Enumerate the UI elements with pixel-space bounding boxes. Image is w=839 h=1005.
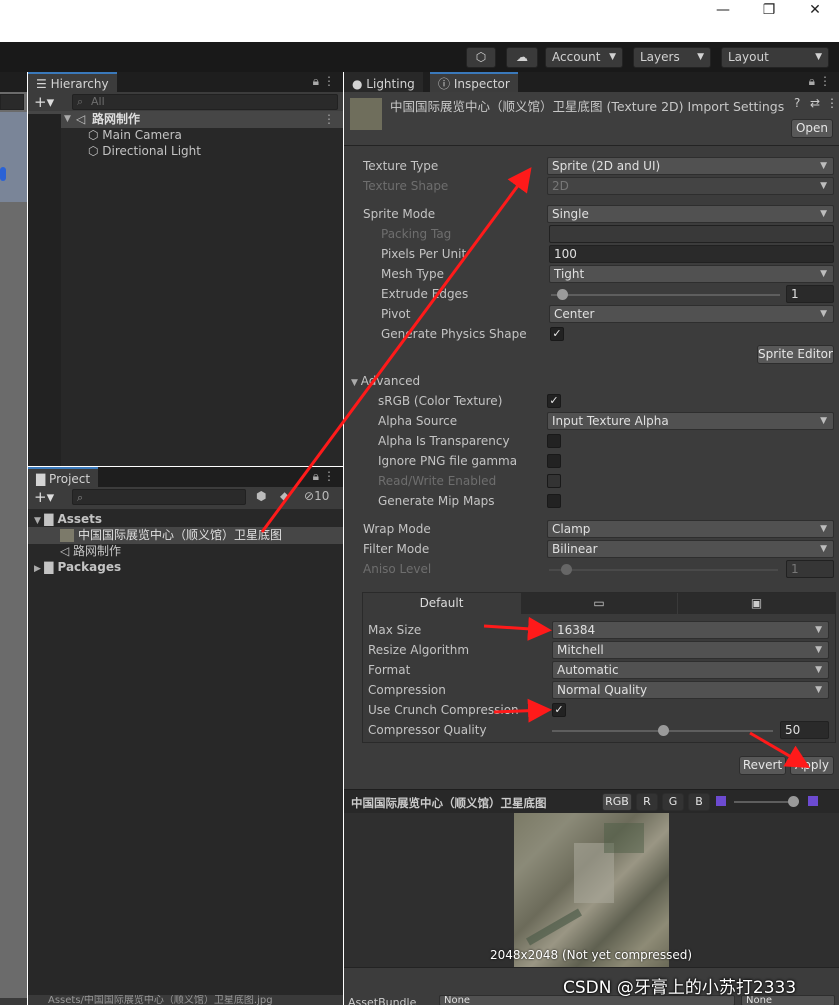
annotation-arrows xyxy=(260,167,811,769)
arrow-to-crunch xyxy=(493,698,552,723)
arrow-to-apply xyxy=(749,731,811,769)
arrow-to-max-size xyxy=(483,616,552,641)
arrow-to-texture-type xyxy=(260,167,532,533)
